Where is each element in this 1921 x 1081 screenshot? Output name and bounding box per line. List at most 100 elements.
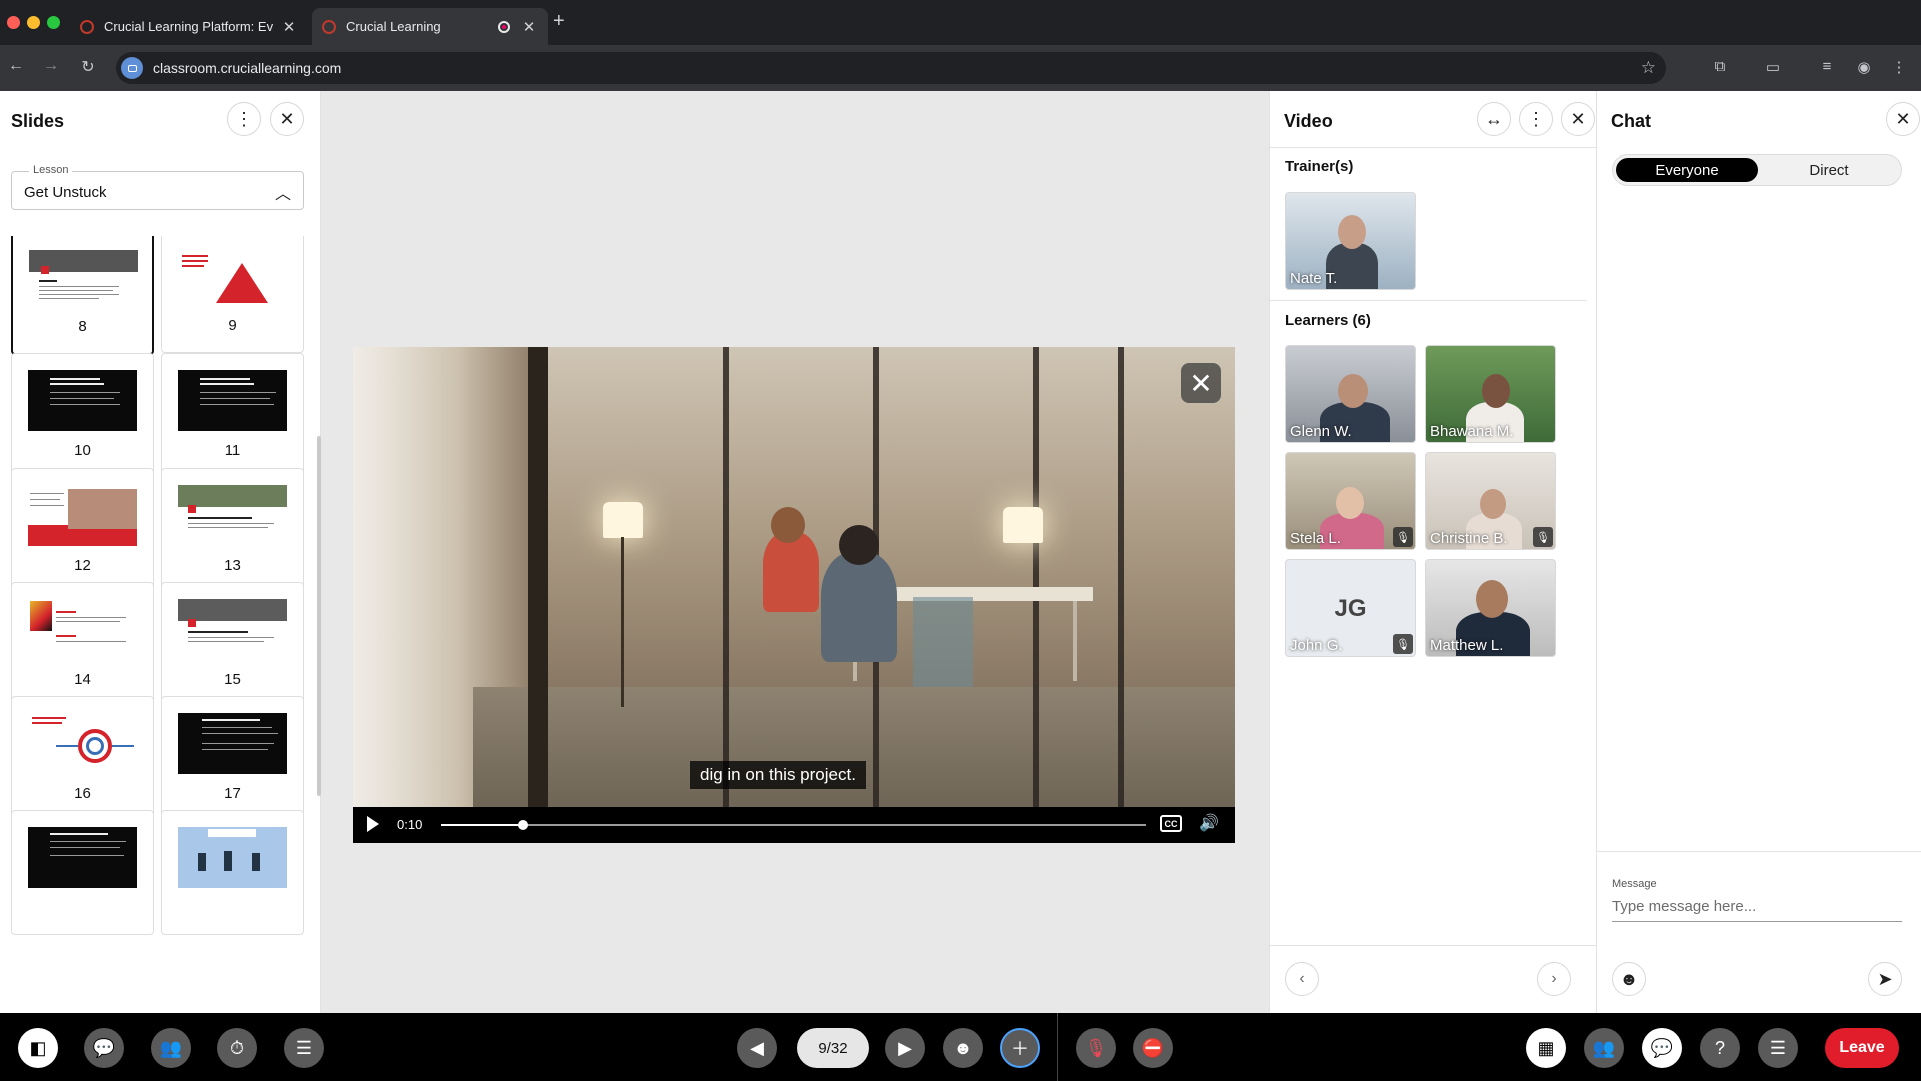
learners-label: Learners (6) xyxy=(1285,312,1371,329)
reload-icon[interactable]: ↻ xyxy=(77,57,99,77)
close-window-icon[interactable] xyxy=(7,16,20,29)
slide-number: 16 xyxy=(74,785,91,802)
video-close-button[interactable]: ✕ xyxy=(1561,102,1595,136)
back-icon[interactable]: ← xyxy=(5,57,27,75)
slide-thumbnail[interactable]: 17 xyxy=(161,696,304,821)
layout-grid-button[interactable]: ▦ xyxy=(1526,1028,1566,1068)
participant-name: Stela L. xyxy=(1290,530,1341,547)
slide-thumbnail[interactable]: 8 xyxy=(11,236,154,355)
profile-icon[interactable]: ◉ xyxy=(1854,58,1874,78)
chat-bubbles-button[interactable]: 💬 xyxy=(84,1028,124,1068)
message-input[interactable] xyxy=(1612,892,1902,922)
video-progress-track[interactable] xyxy=(441,820,1146,830)
timer-button[interactable]: ⏱ xyxy=(217,1028,257,1068)
bookmark-star-icon[interactable]: ☆ xyxy=(1641,58,1656,78)
camera-toggle-button[interactable]: ⛔ xyxy=(1133,1028,1173,1068)
video-time: 0:10 xyxy=(397,817,423,832)
video-controls: 0:10 CC 🔊 xyxy=(353,807,1235,843)
participant-tile[interactable]: JG John G. 🎙 xyxy=(1285,559,1416,657)
browser-toolbar: ← → ↻ classroom.cruciallearning.com ☆ ⧉ … xyxy=(0,45,1921,91)
participants-next-button[interactable]: › xyxy=(1537,962,1571,996)
video-more-button[interactable]: ⋮ xyxy=(1519,102,1553,136)
slide-thumbnail[interactable]: 15 xyxy=(161,582,304,707)
new-tab-icon[interactable]: + xyxy=(553,10,565,33)
closed-captions-button[interactable]: CC xyxy=(1160,815,1182,832)
maximize-window-icon[interactable] xyxy=(47,16,60,29)
slide-thumbnail[interactable]: 11 xyxy=(161,353,304,478)
groups-icon: 👥 xyxy=(159,1037,183,1058)
slide-number: 13 xyxy=(224,557,241,574)
chat-button[interactable]: 💬 xyxy=(1642,1028,1682,1068)
add-button[interactable]: ＋ xyxy=(1000,1028,1040,1068)
participant-name: Bhawana M. xyxy=(1430,423,1514,440)
tab-everyone[interactable]: Everyone xyxy=(1616,158,1758,182)
more-menu-button[interactable]: ☰ xyxy=(1758,1028,1798,1068)
browser-tab-classroom[interactable]: Crucial Learning ✕ xyxy=(312,8,548,45)
slides-more-button[interactable]: ⋮ xyxy=(227,102,261,136)
expand-video-button[interactable]: ↔ xyxy=(1477,102,1511,136)
video-progress-handle[interactable] xyxy=(518,820,529,830)
browser-menu-icon[interactable]: ⋮ xyxy=(1889,58,1909,78)
previous-slide-button[interactable]: ◀ xyxy=(737,1028,777,1068)
slide-preview xyxy=(178,599,287,660)
slide-preview xyxy=(178,370,287,431)
chat-panel: Chat ✕ Everyone Direct Message ☻ ➤ xyxy=(1596,91,1921,1013)
volume-icon[interactable]: 🔊 xyxy=(1199,813,1219,833)
video-panel: Video ↔ ⋮ ✕ Trainer(s) Nate T. Learners … xyxy=(1269,91,1597,1013)
participant-tile[interactable]: Bhawana M. xyxy=(1425,345,1556,443)
participant-tile-trainer[interactable]: Nate T. xyxy=(1285,192,1416,290)
tab-direct[interactable]: Direct xyxy=(1758,158,1900,182)
help-button[interactable]: ? xyxy=(1700,1028,1740,1068)
main-stage: ✕ dig in on this project. 0:10 CC 🔊 xyxy=(321,91,1269,1013)
address-bar[interactable]: classroom.cruciallearning.com ☆ xyxy=(116,52,1666,84)
next-slide-button[interactable]: ▶ xyxy=(885,1028,925,1068)
slide-thumbnail[interactable]: 16 xyxy=(11,696,154,821)
participants-prev-button[interactable]: ‹ xyxy=(1285,962,1319,996)
reactions-button[interactable]: ☻ xyxy=(943,1028,983,1068)
slide-thumbnail[interactable] xyxy=(11,810,154,935)
slide-number: 14 xyxy=(74,671,91,688)
participant-tile[interactable]: Stela L. 🎙 xyxy=(1285,452,1416,550)
chevron-up-icon: ︿ xyxy=(274,186,291,203)
cast-icon[interactable]: ▭ xyxy=(1763,58,1783,78)
participants-button[interactable]: 👥 xyxy=(1584,1028,1624,1068)
participant-name: Christine B. xyxy=(1430,530,1508,547)
classroom-app: Slides ⋮ ✕ Lesson Get Unstuck ︿ 8 9 10 1… xyxy=(0,91,1921,1081)
tools-menu-button[interactable]: ☰ xyxy=(284,1028,324,1068)
mic-muted-icon: 🎙 xyxy=(1533,527,1553,547)
video-player[interactable]: ✕ dig in on this project. 0:10 CC 🔊 xyxy=(353,347,1235,843)
emoji-button[interactable]: ☻ xyxy=(1612,962,1646,996)
slide-thumbnail[interactable]: 10 xyxy=(11,353,154,478)
breakout-groups-button[interactable]: 👥 xyxy=(151,1028,191,1068)
lesson-select[interactable]: Lesson Get Unstuck ︿ xyxy=(11,164,304,210)
participant-tile[interactable]: Matthew L. xyxy=(1425,559,1556,657)
participant-tile[interactable]: Glenn W. xyxy=(1285,345,1416,443)
slide-thumbnail[interactable]: 13 xyxy=(161,468,304,593)
toggle-slides-panel-button[interactable]: ◧ xyxy=(18,1028,58,1068)
lesson-select-value: Get Unstuck xyxy=(24,184,107,201)
minimize-window-icon[interactable] xyxy=(27,16,40,29)
chat-close-button[interactable]: ✕ xyxy=(1886,102,1920,136)
play-icon[interactable] xyxy=(367,816,379,832)
participant-tile[interactable]: Christine B. 🎙 xyxy=(1425,452,1556,550)
send-message-button[interactable]: ➤ xyxy=(1868,962,1902,996)
sidebar-icon: ◧ xyxy=(29,1037,47,1058)
slide-thumbnail-list: 8 9 10 11 12 13 14 15 16 17 xyxy=(0,236,312,1013)
close-tab-icon[interactable]: ✕ xyxy=(280,18,298,36)
slide-thumbnail[interactable]: 14 xyxy=(11,582,154,707)
send-icon: ➤ xyxy=(1877,968,1893,989)
close-tab-icon[interactable]: ✕ xyxy=(520,18,538,36)
media-controls-icon[interactable]: ≡ xyxy=(1817,58,1837,78)
participant-initials: JG xyxy=(1334,595,1367,622)
slides-close-button[interactable]: ✕ xyxy=(270,102,304,136)
leave-button[interactable]: Leave xyxy=(1825,1028,1899,1068)
slide-thumbnail[interactable] xyxy=(161,810,304,935)
extensions-icon[interactable]: ⧉ xyxy=(1710,58,1730,78)
close-video-button[interactable]: ✕ xyxy=(1181,363,1221,403)
slide-thumbnail[interactable]: 12 xyxy=(11,468,154,593)
site-info-icon[interactable] xyxy=(121,57,143,79)
slide-thumbnail[interactable]: 9 xyxy=(161,236,304,353)
microphone-toggle-button[interactable]: 🎙 xyxy=(1076,1028,1116,1068)
forward-icon[interactable]: → xyxy=(40,57,62,75)
browser-tab-platform[interactable]: Crucial Learning Platform: Ev ✕ xyxy=(70,8,308,45)
